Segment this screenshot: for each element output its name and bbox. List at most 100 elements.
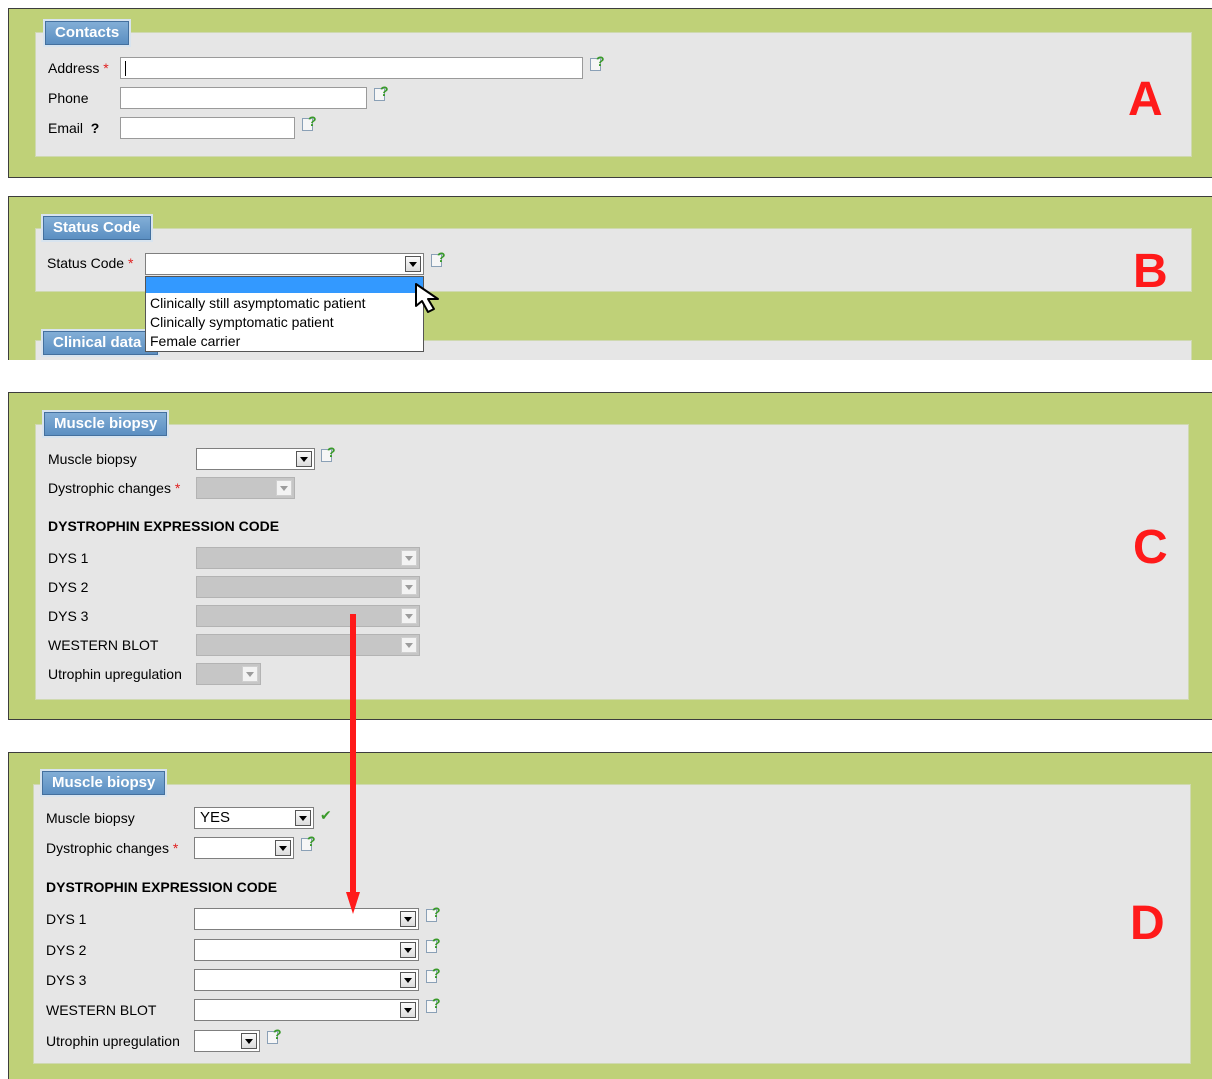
muscle-biopsy-label: Muscle biopsy	[46, 810, 135, 826]
email-label-text: Email	[48, 120, 84, 136]
help-icon[interactable]: ?	[590, 53, 607, 72]
annotation-letter-b: B	[1133, 245, 1168, 298]
valid-check-icon: ✔	[320, 807, 332, 823]
western-blot-select-disabled	[196, 634, 420, 656]
legend-muscle-biopsy: Muscle biopsy	[41, 410, 170, 438]
help-question-icon: ?	[327, 444, 336, 460]
required-mark: *	[172, 840, 179, 856]
address-input[interactable]	[120, 57, 583, 79]
annotation-letter-d: D	[1130, 897, 1165, 950]
annotation-letter-c: C	[1133, 521, 1168, 574]
legend-clinical-data: Clinical data	[41, 329, 160, 357]
dys2-select-disabled	[196, 576, 420, 598]
email-label: Email ?	[48, 120, 99, 136]
dys3-label: DYS 3	[46, 972, 87, 988]
help-question-icon: ?	[380, 83, 389, 99]
dys1-select[interactable]	[194, 908, 419, 930]
help-icon[interactable]: ?	[302, 113, 319, 132]
dys1-label: DYS 1	[46, 911, 87, 927]
dropdown-option-empty[interactable]	[146, 277, 423, 293]
dystrophic-changes-select-disabled	[196, 477, 295, 499]
mouse-cursor-icon	[415, 283, 439, 313]
help-question-icon: ?	[273, 1026, 282, 1042]
muscle-biopsy-select[interactable]	[196, 448, 315, 470]
help-icon[interactable]: ?	[426, 995, 443, 1014]
status-code-label-text: Status Code	[47, 255, 125, 271]
dystrophic-changes-label: Dystrophic changes *	[46, 840, 178, 856]
muscle-biopsy-value: YES	[200, 809, 231, 826]
dropdown-arrow-icon[interactable]	[296, 451, 312, 467]
help-icon[interactable]: ?	[374, 83, 391, 102]
western-blot-select[interactable]	[194, 999, 419, 1021]
dropdown-arrow-icon[interactable]	[400, 911, 416, 927]
address-label-text: Address	[48, 60, 100, 76]
western-blot-label: WESTERN BLOT	[46, 1002, 157, 1018]
dropdown-arrow-icon	[242, 666, 258, 682]
dropdown-arrow-icon[interactable]	[241, 1033, 257, 1049]
dropdown-arrow-icon[interactable]	[400, 942, 416, 958]
address-label: Address *	[48, 60, 109, 76]
email-info-mark: ?	[90, 120, 100, 136]
dys3-select-disabled	[196, 605, 420, 627]
dystrophic-changes-select[interactable]	[194, 837, 294, 859]
text-caret	[125, 61, 126, 76]
required-mark: *	[127, 255, 134, 271]
dys1-label: DYS 1	[48, 550, 89, 566]
legend-muscle-biopsy: Muscle biopsy	[39, 769, 168, 797]
utrophin-select[interactable]	[194, 1030, 260, 1052]
status-code-label: Status Code *	[47, 255, 133, 271]
required-mark: *	[174, 480, 181, 496]
legend-contacts: Contacts	[42, 19, 132, 47]
western-blot-label: WESTERN BLOT	[48, 637, 159, 653]
dystrophic-changes-label: Dystrophic changes *	[48, 480, 180, 496]
help-icon[interactable]: ?	[267, 1026, 284, 1045]
help-question-icon: ?	[432, 995, 441, 1011]
dystrophin-section-title: DYSTROPHIN EXPRESSION CODE	[46, 879, 278, 895]
status-code-dropdown-list: Clinically still asymptomatic patient Cl…	[145, 276, 424, 352]
annotation-red-arrow	[346, 614, 360, 914]
muscle-biopsy-select[interactable]: YES	[194, 807, 314, 829]
legend-status-code: Status Code	[41, 214, 153, 242]
utrophin-label: Utrophin upregulation	[48, 666, 182, 682]
status-code-select[interactable]	[145, 253, 424, 275]
dystrophin-section-title: DYSTROPHIN EXPRESSION CODE	[48, 518, 280, 534]
dys1-select-disabled	[196, 547, 420, 569]
dropdown-arrow-icon	[401, 608, 417, 624]
help-icon[interactable]: ?	[426, 904, 443, 923]
dropdown-arrow-icon	[401, 579, 417, 595]
email-input[interactable]	[120, 117, 295, 139]
phone-input[interactable]	[120, 87, 367, 109]
phone-label: Phone	[48, 90, 89, 106]
help-question-icon: ?	[432, 965, 441, 981]
dropdown-arrow-icon[interactable]	[400, 972, 416, 988]
help-icon[interactable]: ?	[301, 833, 318, 852]
dys3-select[interactable]	[194, 969, 419, 991]
dropdown-option[interactable]: Clinically still asymptomatic patient	[150, 295, 366, 311]
dys2-label: DYS 2	[48, 579, 89, 595]
dropdown-arrow-icon[interactable]	[275, 840, 291, 856]
help-question-icon: ?	[437, 249, 446, 265]
help-question-icon: ?	[307, 833, 316, 849]
dropdown-arrow-icon	[401, 550, 417, 566]
help-icon[interactable]: ?	[321, 444, 338, 463]
help-icon[interactable]: ?	[431, 249, 448, 268]
dropdown-arrow-icon	[276, 480, 292, 496]
utrophin-select-disabled	[196, 663, 261, 685]
dropdown-arrow-icon[interactable]	[295, 810, 311, 826]
help-question-icon: ?	[596, 53, 605, 69]
dys2-select[interactable]	[194, 939, 419, 961]
required-mark: *	[103, 60, 109, 76]
utrophin-label: Utrophin upregulation	[46, 1033, 180, 1049]
help-question-icon: ?	[308, 113, 317, 129]
help-icon[interactable]: ?	[426, 965, 443, 984]
dropdown-option[interactable]: Female carrier	[150, 333, 240, 349]
dropdown-arrow-icon[interactable]	[400, 1002, 416, 1018]
muscle-biopsy-label: Muscle biopsy	[48, 451, 137, 467]
dropdown-arrow-icon	[401, 637, 417, 653]
dropdown-arrow-icon[interactable]	[405, 256, 421, 272]
help-icon[interactable]: ?	[426, 935, 443, 954]
dropdown-option[interactable]: Clinically symptomatic patient	[150, 314, 334, 330]
help-question-icon: ?	[432, 935, 441, 951]
dys2-label: DYS 2	[46, 942, 87, 958]
help-question-icon: ?	[432, 904, 441, 920]
